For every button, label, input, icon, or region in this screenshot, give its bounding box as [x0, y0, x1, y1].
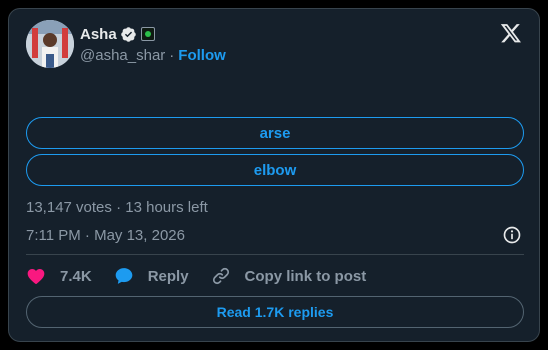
action-bar: 7.4K Reply Copy link to post	[26, 265, 388, 287]
tweet-embed-card: Asha @asha_shar · Follow arse elbow 13,1…	[8, 8, 540, 342]
reply-button[interactable]: Reply	[114, 266, 189, 286]
affiliate-badge-icon	[140, 27, 155, 41]
avatar[interactable]	[26, 20, 74, 68]
timestamp-link[interactable]: 7:11 PM · May 13, 2026	[26, 227, 185, 244]
handle-separator: ·	[169, 46, 175, 64]
author-names: Asha @asha_shar · Follow	[80, 23, 226, 65]
poll: arse elbow	[26, 117, 524, 191]
reply-bubble-icon	[115, 268, 133, 284]
x-logo-icon[interactable]	[500, 22, 522, 44]
poll-meta: 13,147 votes · 13 hours left	[26, 199, 208, 216]
poll-option-2[interactable]: elbow	[26, 154, 524, 186]
poll-option-1[interactable]: arse	[26, 117, 524, 149]
info-icon[interactable]	[502, 225, 522, 245]
poll-time-left: 13 hours left	[125, 199, 208, 216]
display-name[interactable]: Asha	[80, 26, 117, 43]
divider	[26, 254, 524, 255]
poll-votes: 13,147 votes	[26, 199, 112, 216]
copy-link-label: Copy link to post	[244, 267, 367, 285]
author-handle[interactable]: @asha_shar	[80, 47, 165, 64]
heart-icon	[27, 269, 45, 284]
tweet-header: Asha @asha_shar · Follow	[26, 20, 226, 68]
handle-row: @asha_shar · Follow	[80, 45, 226, 65]
copy-link-button[interactable]: Copy link to post	[211, 266, 367, 286]
follow-button[interactable]: Follow	[178, 47, 226, 64]
name-row: Asha	[80, 23, 226, 45]
poll-meta-separator: ·	[116, 199, 122, 216]
verified-badge-icon	[120, 26, 136, 42]
read-replies-button[interactable]: Read 1.7K replies	[26, 296, 524, 328]
link-icon	[212, 267, 229, 285]
reply-label: Reply	[147, 267, 189, 285]
like-button[interactable]: 7.4K	[26, 266, 92, 286]
like-count: 7.4K	[60, 267, 92, 285]
